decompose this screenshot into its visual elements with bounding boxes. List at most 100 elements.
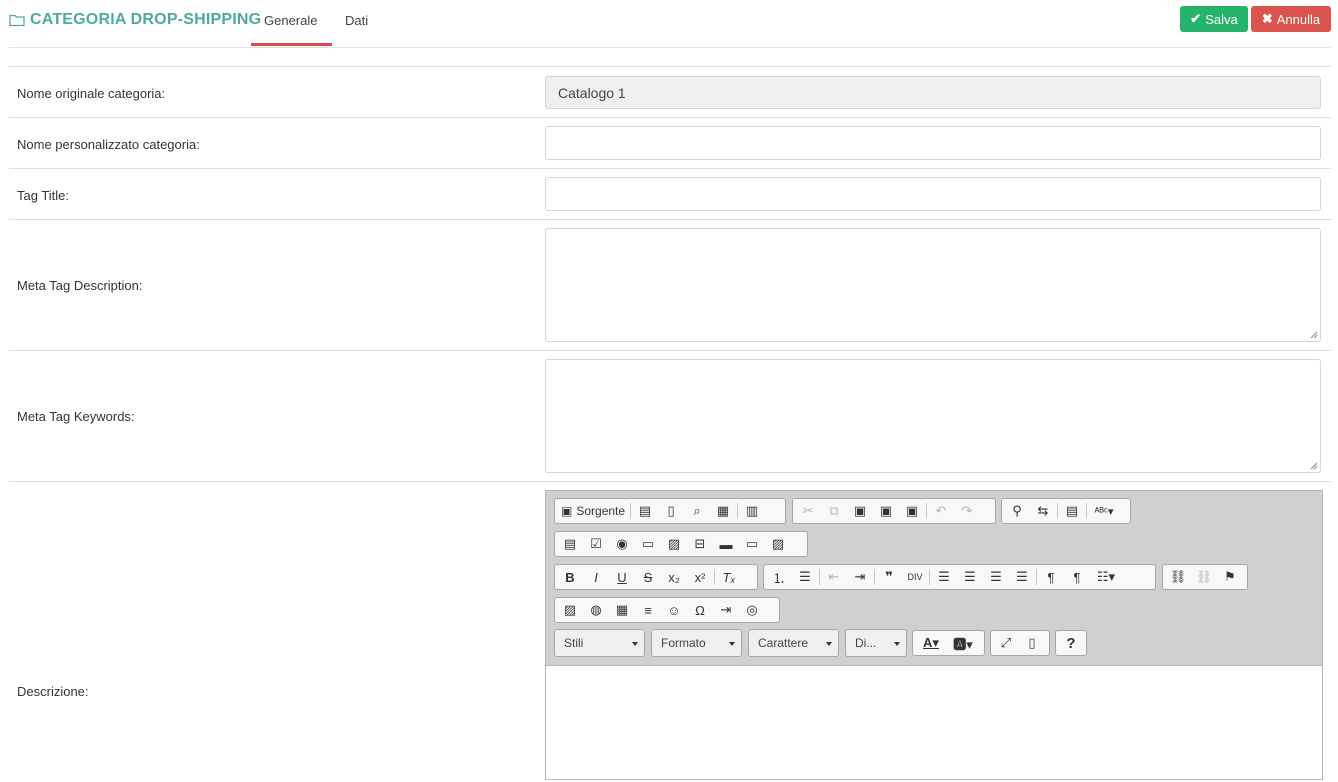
radio-icon[interactable]: ◉ — [609, 533, 635, 555]
ltr-icon[interactable]: ¶ — [1038, 566, 1064, 588]
meta-description-textarea[interactable] — [545, 228, 1321, 342]
italic-icon[interactable]: I — [583, 566, 609, 588]
font-size-dropdown[interactable]: Di... — [845, 629, 907, 657]
format-dropdown[interactable]: Formato — [651, 629, 742, 657]
align-center-icon[interactable]: ☰ — [957, 566, 983, 588]
source-button[interactable]: ▣ Sorgente — [557, 500, 629, 522]
anchor-icon[interactable]: ⚑ — [1217, 566, 1243, 588]
chevron-down-icon — [632, 642, 638, 646]
folder-icon — [9, 14, 25, 26]
toolbar-separator — [714, 569, 715, 585]
replace-icon[interactable]: ⇆ — [1030, 500, 1056, 522]
numbered-list-icon[interactable]: ⒈ — [766, 566, 792, 588]
strike-icon[interactable]: S — [635, 566, 661, 588]
save-button-label: Salva — [1205, 11, 1238, 27]
flash-icon[interactable]: ◍ — [583, 599, 609, 621]
find-icon[interactable]: ⚲ — [1004, 500, 1030, 522]
toolbar-separator — [630, 503, 632, 519]
bold-icon[interactable]: B — [557, 566, 583, 588]
font-dropdown[interactable]: Carattere — [748, 629, 839, 657]
meta-keywords-textarea[interactable] — [545, 359, 1321, 473]
maximize-icon[interactable]: ⤢ — [993, 632, 1019, 654]
smiley-icon[interactable]: ☺ — [661, 599, 687, 621]
styles-dropdown[interactable]: Stili — [554, 629, 645, 657]
cancel-button[interactable]: ✖ Annulla — [1251, 6, 1331, 32]
show-blocks-icon[interactable]: ▯ — [1019, 632, 1045, 654]
check-icon: ✔ — [1190, 11, 1202, 26]
print-icon[interactable]: ▦ — [710, 500, 736, 522]
cut-icon[interactable]: ✂ — [795, 500, 821, 522]
button-field-icon[interactable]: ▬ — [713, 533, 739, 555]
special-char-icon[interactable]: Ω — [687, 599, 713, 621]
rtl-icon[interactable]: ¶ — [1064, 566, 1090, 588]
source-button-label: Sorgente — [576, 504, 626, 518]
page-break-icon[interactable]: ⇥ — [713, 599, 739, 621]
hidden-field-icon[interactable]: ▨ — [765, 533, 791, 555]
chevron-down-icon — [729, 642, 735, 646]
paste-word-icon[interactable]: ▣ — [899, 500, 925, 522]
new-page-icon[interactable]: ▯ — [658, 500, 684, 522]
iframe-icon[interactable]: ◎ — [739, 599, 765, 621]
table-icon[interactable]: ▦ — [609, 599, 635, 621]
spellcheck-icon[interactable]: ᴬᴮᶜ▾ — [1088, 500, 1120, 522]
bulleted-list-icon[interactable]: ☰ — [792, 566, 818, 588]
textfield-icon[interactable]: ▭ — [635, 533, 661, 555]
custom-name-field[interactable] — [545, 126, 1321, 160]
blockquote-icon[interactable]: ❞ — [876, 566, 902, 588]
bg-color-icon[interactable]: 🅰▾ — [947, 632, 979, 654]
font-dropdown-label: Carattere — [758, 636, 809, 650]
toolbar-group-clipboard: ✂ ⧉ ▣ ▣ ▣ ↶ ↷ — [792, 498, 996, 524]
copy-icon[interactable]: ⧉ — [821, 500, 847, 522]
toolbar-group-paragraph: ⒈ ☰ ⇤ ⇥ ❞ DIV ☰ ☰ ☰ ☰ ¶ ¶ ☷▾ — [763, 564, 1156, 590]
help-button[interactable]: ? — [1058, 632, 1084, 654]
language-icon[interactable]: ☷▾ — [1090, 566, 1122, 588]
subscript-icon[interactable]: x₂ — [661, 566, 687, 588]
toolbar-separator — [1036, 569, 1037, 585]
remove-format-icon[interactable]: Tₓ — [716, 566, 742, 588]
tab-generale[interactable]: Generale — [264, 13, 317, 28]
undo-icon[interactable]: ↶ — [928, 500, 954, 522]
outdent-icon[interactable]: ⇤ — [821, 566, 847, 588]
original-name-field[interactable]: Catalogo 1 — [545, 76, 1321, 109]
underline-icon[interactable]: U — [609, 566, 635, 588]
unlink-icon[interactable]: ⛓ — [1191, 566, 1217, 588]
align-left-icon[interactable]: ☰ — [931, 566, 957, 588]
tag-title-field[interactable] — [545, 177, 1321, 211]
toolbar-separator — [737, 503, 739, 519]
link-icon[interactable]: ⛓ — [1165, 566, 1191, 588]
page-title-text: CATEGORIA DROP-SHIPPING — [30, 11, 262, 28]
save-doc-icon[interactable]: ▤ — [632, 500, 658, 522]
image-icon[interactable]: ▨ — [557, 599, 583, 621]
active-tab-indicator — [251, 43, 332, 46]
paste-icon[interactable]: ▣ — [847, 500, 873, 522]
chevron-down-icon — [894, 642, 900, 646]
textarea-icon[interactable]: ▨ — [661, 533, 687, 555]
templates-icon[interactable]: ▥ — [739, 500, 765, 522]
text-color-icon[interactable]: A▾ — [915, 632, 947, 654]
paste-text-icon[interactable]: ▣ — [873, 500, 899, 522]
indent-icon[interactable]: ⇥ — [847, 566, 873, 588]
toolbar-group-editing: ⚲ ⇆ ▤ ᴬᴮᶜ▾ — [1001, 498, 1131, 524]
horizontal-rule-icon[interactable]: ≡ — [635, 599, 661, 621]
resize-handle-icon[interactable] — [1310, 331, 1318, 339]
superscript-icon[interactable]: x² — [687, 566, 713, 588]
save-button[interactable]: ✔ Salva — [1180, 6, 1248, 32]
checkbox-icon[interactable]: ☑ — [583, 533, 609, 555]
tab-dati[interactable]: Dati — [345, 13, 368, 28]
select-field-icon[interactable]: ⊟ — [687, 533, 713, 555]
align-justify-icon[interactable]: ☰ — [1009, 566, 1035, 588]
image-button-icon[interactable]: ▭ — [739, 533, 765, 555]
div-container-icon[interactable]: DIV — [902, 566, 928, 588]
select-all-icon[interactable]: ▤ — [1059, 500, 1085, 522]
page-title: CATEGORIA DROP-SHIPPING — [9, 11, 261, 29]
description-editor: ▣ Sorgente ▤ ▯ ⌕ ▦ ▥ ✂ ⧉ ▣ ▣ ▣ ↶ ↷ ⚲ ⇆ ▤ … — [545, 490, 1323, 780]
resize-handle-icon[interactable] — [1310, 462, 1318, 470]
editor-content-area[interactable] — [546, 666, 1322, 779]
toolbar-separator — [819, 569, 820, 585]
preview-icon[interactable]: ⌕ — [684, 500, 710, 522]
align-right-icon[interactable]: ☰ — [983, 566, 1009, 588]
toolbar-group-colors: A▾ 🅰▾ — [912, 630, 985, 656]
toolbar-separator — [874, 569, 875, 585]
form-icon[interactable]: ▤ — [557, 533, 583, 555]
redo-icon[interactable]: ↷ — [954, 500, 980, 522]
